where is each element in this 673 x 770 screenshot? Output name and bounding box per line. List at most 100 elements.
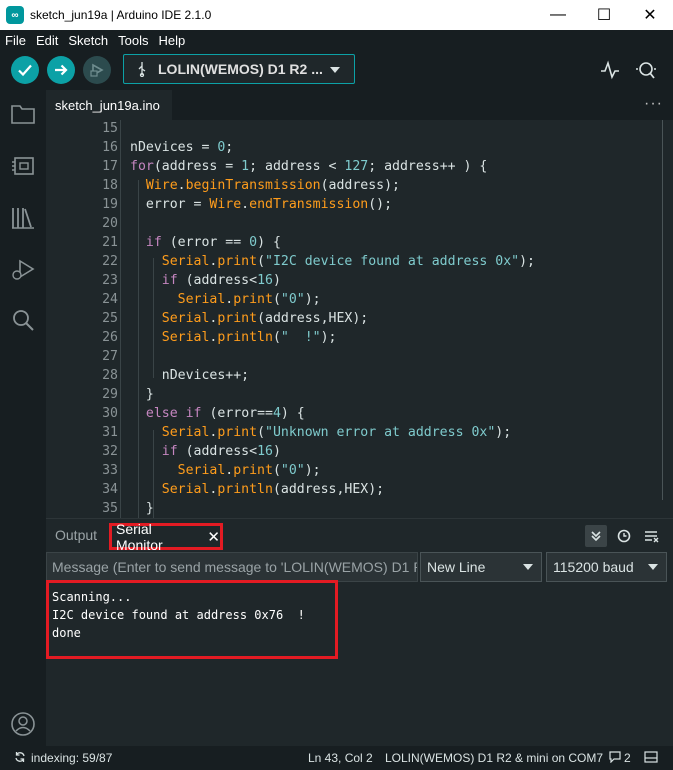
code-line[interactable]: 24 Serial.print("0");	[46, 290, 673, 309]
debug-panel-button[interactable]	[9, 256, 37, 284]
menu-edit[interactable]: Edit	[31, 33, 63, 48]
editor-scrollbar[interactable]	[662, 120, 663, 500]
code-line[interactable]: 15	[46, 120, 673, 138]
code-text: for(address = 1; address < 127; address+…	[130, 159, 488, 174]
line-number: 20	[102, 216, 118, 231]
pulse-icon	[601, 60, 619, 80]
menu-sketch[interactable]: Sketch	[63, 33, 113, 48]
line-number: 25	[102, 311, 118, 326]
boards-manager-button[interactable]	[9, 152, 37, 180]
profile-button[interactable]	[9, 710, 37, 738]
chevron-down-icon	[330, 67, 340, 73]
code-line[interactable]: 20	[46, 214, 673, 233]
code-line[interactable]: 28 nDevices++;	[46, 366, 673, 385]
more-icon[interactable]: ···	[644, 95, 663, 113]
code-text: Wire.beginTransmission(address);	[145, 178, 400, 193]
sketchbook-button[interactable]	[9, 100, 37, 128]
upload-button[interactable]	[47, 56, 75, 84]
notification-icon[interactable]	[609, 751, 621, 766]
maximize-button[interactable]: ☐	[581, 0, 627, 30]
baud-rate-select[interactable]: 115200 baud	[546, 552, 667, 582]
line-number: 17	[102, 159, 118, 174]
code-text: Serial.print(address,HEX);	[161, 311, 369, 326]
debug-icon	[12, 259, 35, 280]
line-number: 31	[102, 425, 118, 440]
debug-button[interactable]	[83, 56, 111, 84]
line-number: 35	[102, 501, 118, 516]
title-bar: ∞ sketch_jun19a | Arduino IDE 2.1.0 — ☐ …	[0, 0, 673, 30]
library-manager-button[interactable]	[9, 204, 37, 232]
menu-file[interactable]: File	[0, 33, 31, 48]
line-number: 26	[102, 330, 118, 345]
serial-message-input[interactable]: Message (Enter to send message to 'LOLIN…	[46, 552, 418, 582]
tab-sketch[interactable]: sketch_jun19a.ino	[46, 90, 172, 120]
code-line[interactable]: 25 Serial.print(address,HEX);	[46, 309, 673, 328]
window-title: sketch_jun19a | Arduino IDE 2.1.0	[30, 8, 212, 22]
notification-count: 2	[624, 751, 631, 765]
line-number: 34	[102, 482, 118, 497]
library-icon	[12, 208, 34, 229]
code-line[interactable]: 27	[46, 347, 673, 366]
search-icon	[13, 310, 34, 331]
code-line[interactable]: 16 nDevices = 0;	[46, 138, 673, 157]
code-line[interactable]: 30 else if (error==4) {	[46, 404, 673, 423]
tab-output[interactable]: Output	[55, 527, 97, 543]
code-line[interactable]: 17 for(address = 1; address < 127; addres…	[46, 157, 673, 176]
timestamp-button[interactable]	[613, 525, 635, 547]
debug-icon	[90, 63, 104, 77]
clear-list-icon	[645, 531, 659, 543]
indexing-status: indexing: 59/87	[31, 751, 113, 765]
board-port-status[interactable]: LOLIN(WEMOS) D1 R2 & mini on COM7	[385, 751, 603, 765]
code-text: nDevices++;	[130, 368, 250, 383]
code-editor[interactable]: 15 16 nDevices = 0; 17 for(address = 1; addr…	[46, 120, 673, 518]
search-button[interactable]	[9, 306, 37, 334]
cursor-position[interactable]: Ln 43, Col 2	[308, 751, 373, 765]
code-line[interactable]: 26 Serial.println(" !");	[46, 328, 673, 347]
code-line[interactable]: 18 Wire.beginTransmission(address);	[46, 176, 673, 195]
double-chevron-down-icon	[591, 531, 601, 542]
code-line[interactable]: 33 Serial.print("0");	[46, 461, 673, 480]
code-line[interactable]: 32 if (address<16)	[46, 442, 673, 461]
close-button[interactable]: ✕	[627, 0, 673, 30]
code-line[interactable]: 29 }	[46, 385, 673, 404]
line-number: 21	[102, 235, 118, 250]
tab-label: sketch_jun19a.ino	[55, 98, 160, 113]
baud-rate-value: 115200 baud	[553, 559, 634, 575]
code-line[interactable]: 21 if (error == 0) {	[46, 233, 673, 252]
code-text: error = Wire.endTransmission();	[130, 197, 393, 212]
toggle-panel-icon[interactable]	[644, 751, 658, 766]
code-line[interactable]: 34 Serial.println(address,HEX);	[46, 480, 673, 499]
menu-bar: File Edit Sketch Tools Help	[0, 30, 673, 50]
clear-output-button[interactable]	[641, 525, 663, 547]
code-line[interactable]: 22 Serial.print("I2C device found at add…	[46, 252, 673, 271]
usb-icon	[138, 62, 146, 77]
folder-icon	[11, 105, 35, 124]
serial-plotter-button[interactable]	[600, 60, 620, 80]
code-text: Serial.print("0");	[177, 463, 321, 478]
menu-help[interactable]: Help	[153, 33, 190, 48]
board-selector[interactable]: LOLIN(WEMOS) D1 R2 ...	[123, 54, 355, 84]
verify-button[interactable]	[11, 56, 39, 84]
minimize-button[interactable]: —	[535, 0, 581, 30]
code-text: }	[130, 501, 154, 516]
autoscroll-button[interactable]	[585, 525, 607, 547]
code-text: }	[130, 387, 154, 402]
code-line[interactable]: 19 error = Wire.endTransmission();	[46, 195, 673, 214]
editor-tab-bar: sketch_jun19a.ino ···	[46, 90, 673, 120]
line-ending-select[interactable]: New Line	[420, 552, 542, 582]
code-line[interactable]: 31 Serial.print("Unknown error at addres…	[46, 423, 673, 442]
tab-serial-monitor[interactable]: Serial Monitor ✕	[109, 521, 223, 553]
line-number: 33	[102, 463, 118, 478]
menu-tools[interactable]: Tools	[113, 33, 153, 48]
clock-icon	[617, 529, 631, 543]
code-text: if (address<16)	[161, 444, 281, 459]
check-icon	[18, 64, 32, 77]
line-number: 29	[102, 387, 118, 402]
line-number: 22	[102, 254, 118, 269]
board-name: LOLIN(WEMOS) D1 R2 ...	[158, 61, 323, 77]
serial-monitor-button[interactable]	[634, 59, 658, 81]
code-text: Serial.print("I2C device found at addres…	[161, 254, 535, 269]
code-line[interactable]: 23 if (address<16)	[46, 271, 673, 290]
code-line[interactable]: 35 }	[46, 499, 673, 518]
close-icon[interactable]: ✕	[207, 528, 220, 546]
